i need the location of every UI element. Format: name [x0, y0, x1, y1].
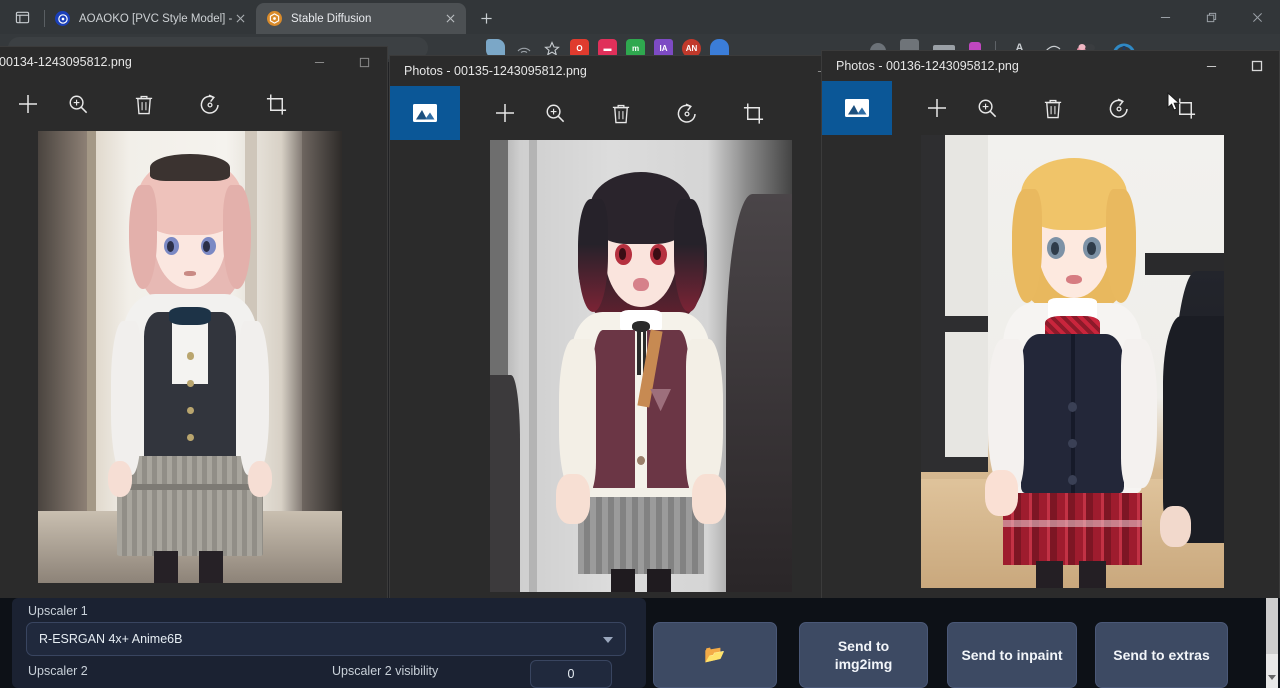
open-folder-button[interactable]: 📂: [653, 622, 777, 688]
photos-window-2-title: Photos - 00135-1243095812.png: [404, 64, 587, 78]
anime-girl-blonde-hair-red-plaid-skirt[interactable]: [921, 135, 1224, 588]
photos-maximize-button[interactable]: [1234, 51, 1279, 81]
browser-tab-stable-diffusion[interactable]: Stable Diffusion: [256, 3, 466, 34]
photos-window-3-controls: [1189, 51, 1279, 81]
photos-window-3-canvas: [822, 135, 1279, 619]
send-to-img2img-button[interactable]: Send to img2img: [799, 622, 928, 688]
scrollbar-thumb[interactable]: [1266, 598, 1278, 654]
upscaler-settings-group: Upscaler 1 R-ESRGAN 4x+ Anime6B Upscaler…: [12, 598, 646, 688]
upscaler-2-visibility-label: Upscaler 2 visibility: [332, 664, 438, 678]
photos-window-1-controls: [297, 47, 387, 77]
folder-icon: 📂: [704, 644, 725, 666]
photos-window-1[interactable]: 00134-1243095812.png: [0, 46, 388, 600]
close-icon[interactable]: [442, 11, 458, 27]
stable-diffusion-bottom-panel: Upscaler 1 R-ESRGAN 4x+ Anime6B Upscaler…: [0, 598, 1280, 688]
photos-window-1-canvas: [0, 131, 387, 599]
photos-window-3-titlebar[interactable]: Photos - 00136-1243095812.png: [822, 51, 1279, 81]
stable-diffusion-icon: [267, 11, 282, 26]
photos-maximize-button[interactable]: [342, 47, 387, 77]
photos-window-1-toolbar: [0, 77, 387, 131]
artwork-3: [921, 135, 1224, 588]
delete-icon[interactable]: [1028, 81, 1078, 135]
photos-window-3-toolbar: [822, 81, 1279, 135]
crop-icon[interactable]: [728, 86, 778, 140]
page-scrollbar[interactable]: [1266, 598, 1278, 688]
browser-tab-title: AOAOKO [PVC Style Model] - PV: [79, 13, 232, 25]
send-to-extras-label: Send to extras: [1113, 646, 1209, 664]
anime-girl-black-hair-vest-uniform[interactable]: [490, 140, 792, 592]
rotate-icon[interactable]: [185, 77, 235, 131]
browser-tab-aoaoko[interactable]: AOAOKO [PVC Style Model] - PV: [44, 3, 256, 34]
artwork-1: [38, 131, 342, 583]
browser-tabstrip: AOAOKO [PVC Style Model] - PV Stable D: [0, 0, 1280, 34]
upscaler-2-visibility-number: 0: [568, 667, 575, 681]
add-icon[interactable]: [3, 77, 53, 131]
zoom-icon[interactable]: [53, 77, 103, 131]
scrollbar-down-arrow-icon[interactable]: [1268, 675, 1276, 680]
browser-tab-title: Stable Diffusion: [291, 13, 442, 25]
upscaler-1-label: Upscaler 1: [28, 604, 88, 618]
photos-window-2-titlebar[interactable]: Photos - 00135-1243095812.png: [390, 56, 890, 86]
browser-restore-button[interactable]: [1188, 0, 1234, 34]
upscaler-1-value: R-ESRGAN 4x+ Anime6B: [39, 632, 182, 646]
photos-window-3-title: Photos - 00136-1243095812.png: [836, 59, 1019, 73]
photos-window-1-title: 00134-1243095812.png: [0, 55, 132, 69]
browser-close-button[interactable]: [1234, 0, 1280, 34]
upscaler-2-label: Upscaler 2: [28, 664, 88, 678]
photos-window-2-toolbar: [390, 86, 890, 140]
anime-girl-pink-hair-school-uniform[interactable]: [38, 131, 342, 583]
browser-minimize-button[interactable]: [1142, 0, 1188, 34]
artwork-2: [490, 140, 792, 592]
photos-window-2-canvas: [390, 140, 890, 619]
gallery-icon[interactable]: [822, 81, 892, 135]
send-to-extras-button[interactable]: Send to extras: [1095, 622, 1228, 688]
close-icon[interactable]: [232, 11, 248, 27]
zoom-icon[interactable]: [530, 86, 580, 140]
photos-window-3[interactable]: Photos - 00136-1243095812.png: [821, 50, 1280, 620]
civitai-icon: [55, 11, 70, 26]
add-icon[interactable]: [480, 86, 530, 140]
add-icon[interactable]: [912, 81, 962, 135]
rotate-icon[interactable]: [1094, 81, 1144, 135]
send-to-inpaint-label: Send to inpaint: [961, 646, 1062, 664]
photos-minimize-button[interactable]: [1189, 51, 1234, 81]
browser-window-controls: [1142, 0, 1280, 34]
crop-icon[interactable]: [251, 77, 301, 131]
rotate-icon[interactable]: [662, 86, 712, 140]
send-to-inpaint-button[interactable]: Send to inpaint: [947, 622, 1077, 688]
upscaler-2-visibility-value[interactable]: 0: [530, 660, 612, 688]
tab-search-icon[interactable]: [0, 0, 44, 34]
delete-icon[interactable]: [119, 77, 169, 131]
upscaler-1-select[interactable]: R-ESRGAN 4x+ Anime6B: [26, 622, 626, 656]
chevron-down-icon[interactable]: [603, 637, 613, 643]
gallery-icon[interactable]: [390, 86, 460, 140]
photos-window-2[interactable]: Photos - 00135-1243095812.png: [389, 55, 891, 620]
crop-icon[interactable]: [1160, 81, 1210, 135]
photos-window-1-titlebar[interactable]: 00134-1243095812.png: [0, 47, 387, 77]
delete-icon[interactable]: [596, 86, 646, 140]
new-tab-button[interactable]: [472, 4, 500, 32]
send-to-img2img-label: Send to img2img: [808, 637, 919, 673]
photos-minimize-button[interactable]: [297, 47, 342, 77]
zoom-icon[interactable]: [962, 81, 1012, 135]
